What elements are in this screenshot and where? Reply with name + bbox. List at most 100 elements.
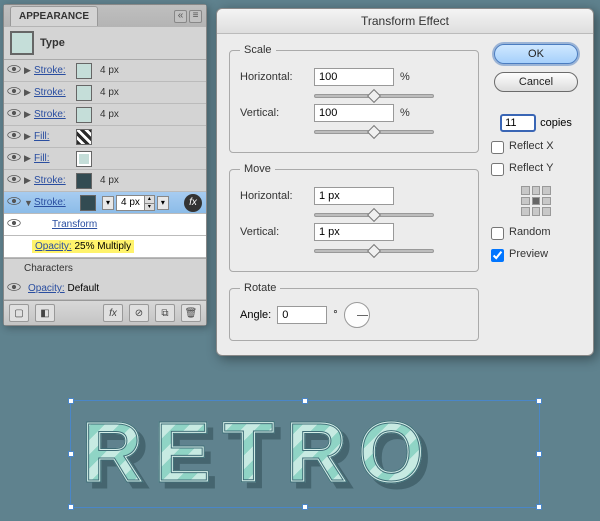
slider-thumb-icon[interactable]: [367, 208, 381, 222]
stroke-weight-stepper[interactable]: 4 px ▴▾: [116, 195, 155, 211]
visibility-icon[interactable]: [4, 64, 24, 77]
opacity-label[interactable]: Opacity:: [28, 283, 65, 294]
move-vertical-slider[interactable]: [314, 249, 434, 253]
scale-horizontal-slider[interactable]: [314, 94, 434, 98]
row-label[interactable]: Fill:: [34, 153, 72, 164]
stroke-row[interactable]: ▶ Stroke: 4 px: [4, 82, 206, 104]
retro-artwork[interactable]: RETRO RETRO RETRO: [82, 404, 436, 501]
appearance-tab[interactable]: APPEARANCE: [10, 6, 98, 26]
visibility-icon[interactable]: [4, 174, 24, 187]
appearance-panel: APPEARANCE « ≡ Type ▶ Stroke: 4 px ▶ Str…: [3, 4, 207, 326]
row-label[interactable]: Stroke:: [34, 197, 72, 208]
ok-button[interactable]: OK: [494, 44, 578, 64]
scale-horizontal-input[interactable]: [314, 68, 394, 86]
transform-link[interactable]: Transform: [24, 219, 97, 230]
reflect-y-checkbox[interactable]: Reflect Y: [491, 162, 581, 176]
checkbox-icon[interactable]: [491, 163, 504, 176]
move-vertical-input[interactable]: [314, 223, 394, 241]
fill-row[interactable]: ▶ Fill:: [4, 148, 206, 170]
expand-icon[interactable]: ▶: [24, 109, 34, 120]
visibility-icon[interactable]: [4, 218, 24, 231]
color-swatch[interactable]: [76, 63, 92, 79]
scale-vertical-slider[interactable]: [314, 130, 434, 134]
stroke-icon[interactable]: ◧: [35, 304, 55, 322]
expand-icon[interactable]: ▶: [24, 131, 34, 142]
panel-collapse-icon[interactable]: «: [174, 10, 187, 23]
handle-icon[interactable]: [536, 504, 542, 510]
panel-menu-icon[interactable]: ≡: [189, 10, 202, 23]
trash-icon[interactable]: 🗑: [181, 304, 201, 322]
step-up-icon[interactable]: ▴: [144, 196, 154, 203]
weight-dropdown-icon[interactable]: ▾: [157, 196, 169, 210]
step-down-icon[interactable]: ▾: [144, 203, 154, 210]
type-swatch[interactable]: [10, 31, 34, 55]
fx-button[interactable]: fx: [103, 304, 123, 322]
handle-icon[interactable]: [68, 451, 74, 457]
handle-icon[interactable]: [68, 398, 74, 404]
move-horizontal-slider[interactable]: [314, 213, 434, 217]
reflect-x-checkbox[interactable]: Reflect X: [491, 140, 581, 154]
color-swatch[interactable]: [76, 107, 92, 123]
checkbox-icon[interactable]: [491, 249, 504, 262]
stroke-row[interactable]: ▶ Stroke: 4 px: [4, 60, 206, 82]
move-horizontal-input[interactable]: [314, 187, 394, 205]
color-swatch[interactable]: [76, 173, 92, 189]
row-value: 4 px: [100, 175, 119, 186]
row-label[interactable]: Stroke:: [34, 65, 72, 76]
transform-subrow[interactable]: Transform: [4, 214, 206, 236]
expand-icon[interactable]: ▶: [24, 87, 34, 98]
swatch-dropdown-icon[interactable]: ▾: [102, 196, 114, 210]
fx-badge-icon[interactable]: fx: [184, 194, 202, 212]
copies-label: copies: [540, 117, 572, 129]
color-swatch[interactable]: [80, 195, 96, 211]
opacity-value: 25% Multiply: [74, 241, 131, 252]
scale-horizontal-label: Horizontal:: [240, 71, 308, 83]
handle-icon[interactable]: [536, 451, 542, 457]
visibility-icon[interactable]: [4, 282, 24, 295]
expand-icon[interactable]: ▼: [24, 198, 34, 208]
handle-icon[interactable]: [536, 398, 542, 404]
handle-icon[interactable]: [68, 504, 74, 510]
slider-thumb-icon[interactable]: [367, 244, 381, 258]
color-swatch[interactable]: [76, 151, 92, 167]
stroke-row-selected[interactable]: ▼ Stroke: ▾ 4 px ▴▾ ▾ fx: [4, 192, 206, 214]
visibility-icon[interactable]: [4, 130, 24, 143]
expand-icon[interactable]: ▶: [24, 65, 34, 76]
slider-thumb-icon[interactable]: [367, 89, 381, 103]
reference-point-grid[interactable]: [521, 186, 551, 216]
row-label[interactable]: Fill:: [34, 131, 72, 142]
color-swatch[interactable]: [76, 85, 92, 101]
no-fill-icon[interactable]: ▢: [9, 304, 29, 322]
clear-icon[interactable]: ⊘: [129, 304, 149, 322]
angle-input[interactable]: [277, 306, 327, 324]
expand-icon[interactable]: ▶: [24, 153, 34, 164]
random-checkbox[interactable]: Random: [491, 226, 581, 240]
stroke-row[interactable]: ▶ Stroke: 4 px: [4, 170, 206, 192]
preview-checkbox[interactable]: Preview: [491, 248, 581, 262]
expand-icon[interactable]: ▶: [24, 175, 34, 186]
checkbox-icon[interactable]: [491, 227, 504, 240]
angle-dial-icon[interactable]: [344, 302, 370, 328]
pattern-swatch[interactable]: [76, 129, 92, 145]
copies-input[interactable]: [500, 114, 536, 132]
opacity-label[interactable]: Opacity:: [35, 241, 72, 252]
row-label[interactable]: Stroke:: [34, 87, 72, 98]
slider-thumb-icon[interactable]: [367, 125, 381, 139]
checkbox-icon[interactable]: [491, 141, 504, 154]
characters-row[interactable]: Characters: [4, 258, 206, 278]
visibility-icon[interactable]: [4, 196, 24, 209]
cancel-button[interactable]: Cancel: [494, 72, 578, 92]
type-label: Type: [40, 37, 65, 49]
transform-effect-dialog: Transform Effect Scale Horizontal: % Ver…: [216, 8, 594, 356]
reference-center-icon[interactable]: [532, 197, 541, 206]
stroke-row[interactable]: ▶ Stroke: 4 px: [4, 104, 206, 126]
scale-vertical-input[interactable]: [314, 104, 394, 122]
row-label[interactable]: Stroke:: [34, 109, 72, 120]
visibility-icon[interactable]: [4, 86, 24, 99]
fill-row[interactable]: ▶ Fill:: [4, 126, 206, 148]
duplicate-icon[interactable]: ⧉: [155, 304, 175, 322]
visibility-icon[interactable]: [4, 152, 24, 165]
row-label[interactable]: Stroke:: [34, 175, 72, 186]
visibility-icon[interactable]: [4, 108, 24, 121]
stroke-weight-value: 4 px: [117, 197, 144, 208]
